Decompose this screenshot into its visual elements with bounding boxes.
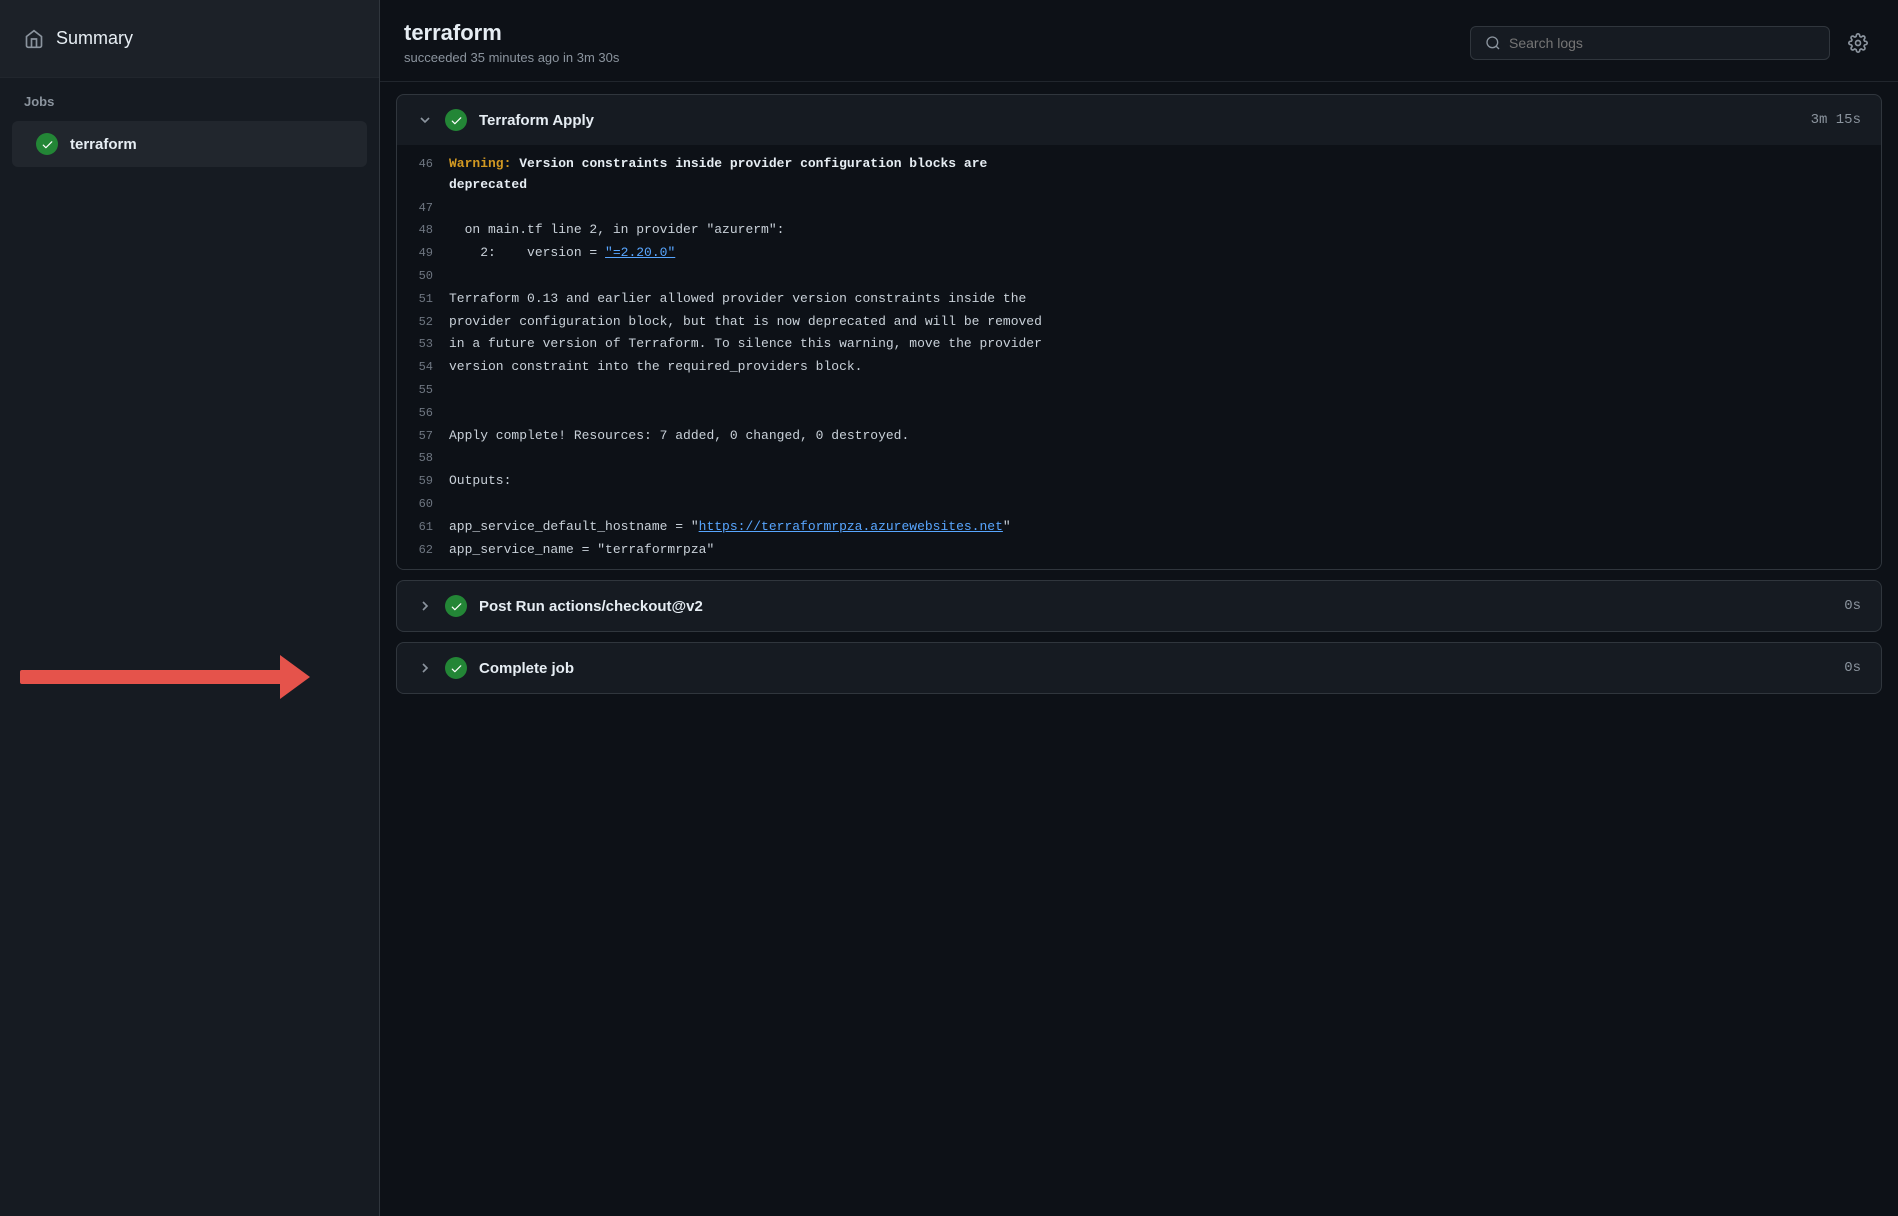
section-success-icon-post-run (445, 595, 467, 617)
line-number: 60 (409, 494, 449, 514)
log-section-complete-job: Complete job 0s (396, 642, 1882, 694)
sidebar-item-terraform[interactable]: terraform (12, 121, 367, 167)
line-content (449, 380, 1869, 401)
line-content (449, 198, 1869, 219)
line-number: 48 (409, 220, 449, 240)
line-number: 55 (409, 380, 449, 400)
log-line: 60 (397, 493, 1881, 516)
line-content: 2: version = "=2.20.0" (449, 243, 1869, 264)
job-item-label: terraform (70, 136, 137, 153)
header-controls (1470, 26, 1874, 60)
chevron-right-icon (417, 660, 433, 676)
home-icon (24, 29, 44, 49)
gear-icon (1848, 33, 1868, 53)
sidebar-summary-item[interactable]: Summary (0, 0, 379, 78)
log-section-terraform-apply: Terraform Apply 3m 15s 46 Warning: Versi… (396, 94, 1882, 570)
search-box[interactable] (1470, 26, 1830, 60)
section-title-terraform-apply: Terraform Apply (479, 112, 1799, 129)
line-content: app_service_name = "terraformrpza" (449, 540, 1869, 561)
log-section-header-complete-job[interactable]: Complete job 0s (397, 643, 1881, 693)
search-icon (1485, 35, 1501, 51)
sidebar: Summary Jobs terraform (0, 0, 380, 1216)
log-body-terraform-apply: 46 Warning: Version constraints inside p… (397, 145, 1881, 569)
section-title-complete-job: Complete job (479, 660, 1832, 677)
header-title-block: terraform succeeded 35 minutes ago in 3m… (404, 20, 619, 65)
line-number: 62 (409, 540, 449, 560)
chevron-right-icon (417, 598, 433, 614)
line-content: provider configuration block, but that i… (449, 312, 1869, 333)
section-success-icon-complete-job (445, 657, 467, 679)
arrow-head (280, 655, 310, 699)
log-line: 58 (397, 447, 1881, 470)
line-number: 56 (409, 403, 449, 423)
line-content: in a future version of Terraform. To sil… (449, 334, 1869, 355)
section-title-post-run: Post Run actions/checkout@v2 (479, 598, 1832, 615)
line-content: Outputs: (449, 471, 1869, 492)
summary-label: Summary (56, 28, 133, 49)
line-number: 58 (409, 448, 449, 468)
line-number: 61 (409, 517, 449, 537)
log-line: 56 (397, 402, 1881, 425)
main-content: terraform succeeded 35 minutes ago in 3m… (380, 0, 1898, 1216)
line-content (449, 266, 1869, 287)
line-content: Warning: Version constraints inside prov… (449, 154, 1869, 196)
settings-button[interactable] (1842, 27, 1874, 59)
line-content (449, 448, 1869, 469)
line-number: 53 (409, 334, 449, 354)
line-content: version constraint into the required_pro… (449, 357, 1869, 378)
log-line: 46 Warning: Version constraints inside p… (397, 153, 1881, 197)
line-number: 47 (409, 198, 449, 218)
log-line: 48 on main.tf line 2, in provider "azure… (397, 219, 1881, 242)
log-line: 47 (397, 197, 1881, 220)
line-number: 49 (409, 243, 449, 263)
section-duration-complete-job: 0s (1844, 660, 1861, 676)
log-line: 51 Terraform 0.13 and earlier allowed pr… (397, 288, 1881, 311)
arrow-body (20, 670, 280, 684)
chevron-down-icon (417, 112, 433, 128)
search-input[interactable] (1509, 35, 1815, 51)
log-line: 53 in a future version of Terraform. To … (397, 333, 1881, 356)
log-section-header-post-run[interactable]: Post Run actions/checkout@v2 0s (397, 581, 1881, 631)
line-content: app_service_default_hostname = "https://… (449, 517, 1869, 538)
log-section-post-run: Post Run actions/checkout@v2 0s (396, 580, 1882, 632)
log-content: Terraform Apply 3m 15s 46 Warning: Versi… (380, 82, 1898, 1216)
line-number: 54 (409, 357, 449, 377)
header-title: terraform (404, 20, 619, 46)
log-line: 59 Outputs: (397, 470, 1881, 493)
red-arrow-indicator (20, 655, 310, 699)
log-line: 54 version constraint into the required_… (397, 356, 1881, 379)
log-line: 50 (397, 265, 1881, 288)
job-success-icon (36, 133, 58, 155)
line-number: 51 (409, 289, 449, 309)
line-content: Apply complete! Resources: 7 added, 0 ch… (449, 426, 1869, 447)
line-content: Terraform 0.13 and earlier allowed provi… (449, 289, 1869, 310)
log-section-header-terraform-apply[interactable]: Terraform Apply 3m 15s (397, 95, 1881, 145)
line-content (449, 403, 1869, 424)
line-number: 50 (409, 266, 449, 286)
section-success-icon (445, 109, 467, 131)
log-line: 55 (397, 379, 1881, 402)
log-line: 49 2: version = "=2.20.0" (397, 242, 1881, 265)
header-subtitle: succeeded 35 minutes ago in 3m 30s (404, 50, 619, 65)
log-line: 62 app_service_name = "terraformrpza" (397, 539, 1881, 562)
section-duration-terraform-apply: 3m 15s (1811, 112, 1861, 128)
section-duration-post-run: 0s (1844, 598, 1861, 614)
line-number: 59 (409, 471, 449, 491)
jobs-section-label: Jobs (0, 78, 379, 117)
line-content: on main.tf line 2, in provider "azurerm"… (449, 220, 1869, 241)
line-number: 46 (409, 154, 449, 174)
line-number: 57 (409, 426, 449, 446)
line-number: 52 (409, 312, 449, 332)
log-line: 52 provider configuration block, but tha… (397, 311, 1881, 334)
line-content (449, 494, 1869, 515)
log-line: 57 Apply complete! Resources: 7 added, 0… (397, 425, 1881, 448)
log-line: 61 app_service_default_hostname = "https… (397, 516, 1881, 539)
main-header: terraform succeeded 35 minutes ago in 3m… (380, 0, 1898, 82)
